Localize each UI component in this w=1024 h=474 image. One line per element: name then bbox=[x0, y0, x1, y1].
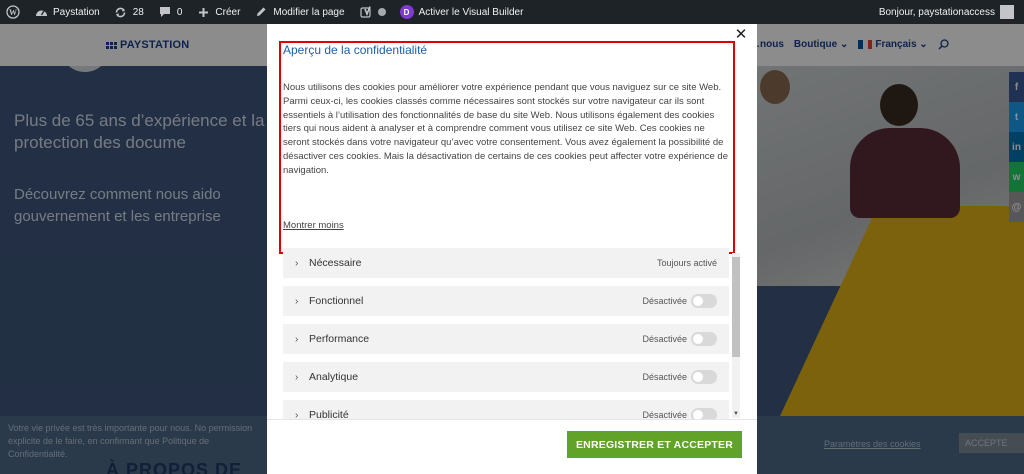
modal-scrollbar[interactable]: ▼ bbox=[732, 253, 740, 418]
close-icon[interactable]: ✕ bbox=[733, 26, 749, 43]
divi-icon: D bbox=[399, 5, 414, 19]
category-status: Désactivée bbox=[642, 372, 687, 382]
category-necessary[interactable]: › Nécessaire Toujours activé bbox=[283, 248, 729, 278]
chevron-right-icon: › bbox=[295, 371, 299, 383]
cookie-categories: › Nécessaire Toujours activé › Fonctionn… bbox=[283, 248, 729, 438]
create-label: Créer bbox=[215, 6, 241, 18]
comments-count: 0 bbox=[176, 6, 183, 18]
category-status: Désactivée bbox=[642, 334, 687, 344]
category-status: Toujours activé bbox=[656, 258, 717, 268]
site-name-button[interactable]: Paystation bbox=[28, 0, 108, 24]
chevron-right-icon: › bbox=[295, 295, 299, 307]
account-menu[interactable]: Bonjour, paystationaccess bbox=[879, 5, 1024, 19]
wordpress-logo-button[interactable]: W bbox=[0, 0, 28, 24]
visual-builder-label: Activer le Visual Builder bbox=[418, 6, 524, 18]
edit-page-button[interactable]: Modifier la page bbox=[248, 0, 352, 24]
toggle-switch[interactable] bbox=[691, 332, 717, 346]
create-button[interactable]: Créer bbox=[190, 0, 248, 24]
seo-button[interactable] bbox=[353, 0, 394, 24]
highlight-box bbox=[279, 41, 735, 254]
category-performance[interactable]: › Performance Désactivée bbox=[283, 324, 729, 354]
modal-footer: ENREGISTRER ET ACCEPTER bbox=[267, 419, 757, 474]
wordpress-icon: W bbox=[6, 5, 20, 19]
scrollbar-thumb[interactable] bbox=[732, 257, 740, 357]
pencil-icon bbox=[254, 5, 268, 19]
category-name: Performance bbox=[309, 333, 370, 345]
updates-count: 28 bbox=[132, 6, 144, 18]
chevron-right-icon: › bbox=[295, 333, 299, 345]
category-functional[interactable]: › Fonctionnel Désactivée bbox=[283, 286, 729, 316]
yoast-icon bbox=[359, 5, 373, 19]
seo-status-dot bbox=[377, 8, 386, 16]
category-name: Analytique bbox=[309, 371, 359, 383]
privacy-modal: ✕ Aperçu de la confidentialité Nous util… bbox=[267, 21, 757, 474]
svg-text:W: W bbox=[9, 8, 17, 17]
edit-page-label: Modifier la page bbox=[273, 6, 345, 18]
category-name: Fonctionnel bbox=[309, 295, 364, 307]
chevron-right-icon: › bbox=[295, 257, 299, 269]
refresh-icon bbox=[114, 5, 128, 19]
comment-icon bbox=[158, 5, 172, 19]
save-and-accept-button[interactable]: ENREGISTRER ET ACCEPTER bbox=[567, 431, 742, 458]
category-name: Nécessaire bbox=[309, 257, 362, 269]
category-analytics[interactable]: › Analytique Désactivée bbox=[283, 362, 729, 392]
scroll-down-icon[interactable]: ▼ bbox=[732, 410, 740, 418]
toggle-switch[interactable] bbox=[691, 370, 717, 384]
page: W Paystation 28 0 Créer Modifier la page… bbox=[0, 0, 1024, 474]
updates-button[interactable]: 28 bbox=[108, 0, 152, 24]
category-status: Désactivée bbox=[642, 296, 687, 306]
greeting: Bonjour, paystationaccess bbox=[878, 6, 995, 18]
plus-icon bbox=[196, 5, 210, 19]
dashboard-icon bbox=[34, 5, 48, 19]
site-name: Paystation bbox=[53, 6, 100, 18]
visual-builder-button[interactable]: D Activer le Visual Builder bbox=[394, 0, 532, 24]
toggle-switch[interactable] bbox=[691, 294, 717, 308]
avatar bbox=[1000, 5, 1014, 19]
comments-button[interactable]: 0 bbox=[152, 0, 191, 24]
admin-bar: W Paystation 28 0 Créer Modifier la page… bbox=[0, 0, 1024, 24]
